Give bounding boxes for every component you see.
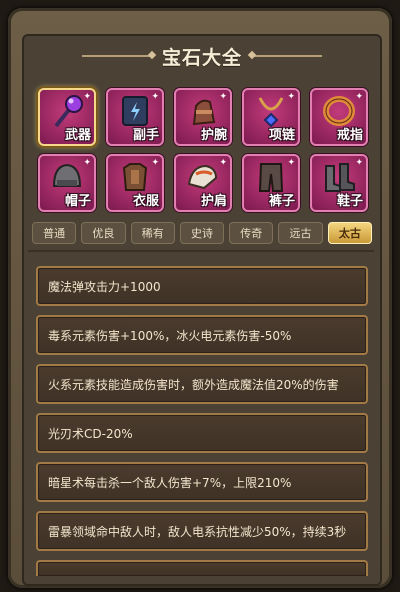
slot-label: 武器	[64, 128, 91, 143]
title-ornament-right	[252, 55, 322, 57]
sparkle-icon: ✦	[287, 158, 295, 168]
slot-label: 项链	[268, 128, 295, 143]
pants-icon	[258, 163, 284, 192]
gem-effect-row: 火系元素技能造成伤害时，额外造成魔法值20%的伤害	[36, 364, 368, 404]
slot-bracer[interactable]: ✦ 护腕	[174, 88, 232, 146]
sparkle-icon: ✦	[151, 158, 159, 168]
tab-rare[interactable]: 稀有	[130, 222, 175, 244]
slot-label: 护腕	[200, 128, 227, 143]
bracer-icon	[192, 99, 216, 126]
sparkle-icon: ✦	[83, 92, 91, 102]
helmet-icon	[52, 163, 82, 187]
sparkle-icon: ✦	[219, 92, 227, 102]
tab-common[interactable]: 普通	[32, 222, 77, 244]
slot-weapon[interactable]: ✦ 武器	[38, 88, 96, 146]
slot-helmet[interactable]: ✦ 帽子	[38, 154, 96, 212]
title-ornament-left	[81, 55, 152, 57]
staff-orb-icon	[54, 95, 83, 128]
slot-label: 副手	[132, 128, 159, 143]
spellbook-icon	[122, 96, 148, 126]
slot-label: 裤子	[268, 194, 295, 209]
sparkle-icon: ✦	[287, 92, 295, 102]
sparkle-icon: ✦	[151, 92, 159, 102]
gem-effect-row: 魔法弹攻击力+1000	[36, 266, 368, 306]
tab-ancient[interactable]: 远古	[278, 222, 323, 244]
slot-label: 戒指	[336, 128, 363, 143]
slot-label: 鞋子	[336, 194, 363, 209]
gem-panel: 宝石大全 ✦ 武器 ✦ 副手 ✦ 护腕 ✦ 项链 ✦ 戒指 ✦ 帽子 ✦ 衣服 …	[22, 34, 382, 586]
slot-shoulder[interactable]: ✦ 护肩	[174, 154, 232, 212]
sparkle-icon: ✦	[83, 158, 91, 168]
necklace-icon	[258, 97, 284, 128]
slot-boots[interactable]: ✦ 鞋子	[310, 154, 368, 212]
rarity-tabs: 普通 优良 稀有 史诗 传奇 远古 太古	[32, 222, 372, 244]
divider	[28, 250, 374, 252]
tab-legendary[interactable]: 传奇	[229, 222, 274, 244]
title-bar: 宝石大全	[24, 36, 380, 76]
gem-effect-row: 毒系元素伤害+100%，冰火电元素伤害-50%	[36, 315, 368, 355]
slot-pants[interactable]: ✦ 裤子	[242, 154, 300, 212]
armor-icon	[122, 163, 148, 191]
gem-effect-row: 雷暴领域命中敌人时，敌人电系抗性减少50%，持续3秒	[36, 511, 368, 551]
shoulder-pad-icon	[187, 164, 218, 190]
slot-necklace[interactable]: ✦ 项链	[242, 88, 300, 146]
sparkle-icon: ✦	[219, 158, 227, 168]
tab-primal[interactable]: 太古	[327, 222, 372, 244]
gem-effect-row-partial	[36, 560, 368, 576]
slot-ring[interactable]: ✦ 戒指	[310, 88, 368, 146]
sparkle-icon: ✦	[355, 158, 363, 168]
gem-effect-row: 光刃术CD-20%	[36, 413, 368, 453]
boots-icon	[325, 163, 355, 192]
tab-uncommon[interactable]: 优良	[81, 222, 126, 244]
slot-label: 帽子	[64, 194, 91, 209]
gem-effect-list[interactable]: 魔法弹攻击力+1000 毒系元素伤害+100%，冰火电元素伤害-50% 火系元素…	[36, 266, 368, 576]
page-title: 宝石大全	[161, 46, 242, 69]
slot-label: 护肩	[200, 194, 227, 209]
slot-label: 衣服	[132, 194, 159, 209]
sparkle-icon: ✦	[355, 92, 363, 102]
equipment-slot-grid: ✦ 武器 ✦ 副手 ✦ 护腕 ✦ 项链 ✦ 戒指 ✦ 帽子 ✦ 衣服 ✦ 护肩 …	[38, 88, 368, 212]
slot-offhand[interactable]: ✦ 副手	[106, 88, 164, 146]
gem-effect-row: 暗星术每击杀一个敌人伤害+7%，上限210%	[36, 462, 368, 502]
slot-armor[interactable]: ✦ 衣服	[106, 154, 164, 212]
ring-icon	[323, 96, 355, 126]
tab-epic[interactable]: 史诗	[179, 222, 225, 244]
